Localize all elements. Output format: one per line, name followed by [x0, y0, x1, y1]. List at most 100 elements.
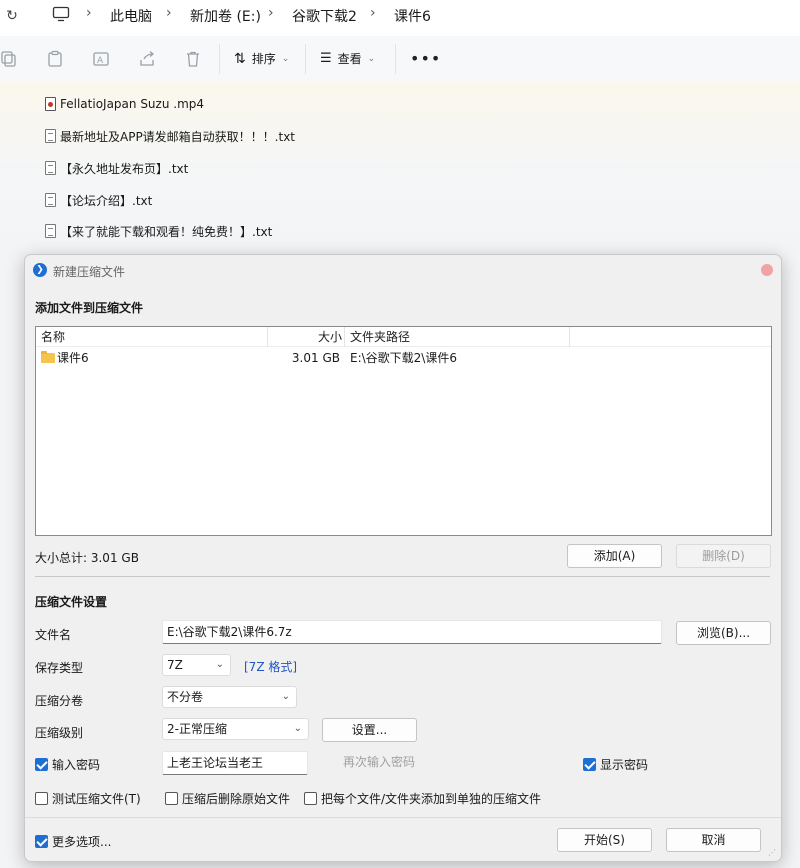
- browse-button[interactable]: 浏览(B)...: [676, 621, 771, 645]
- show-password-checkbox[interactable]: 显示密码: [583, 756, 648, 773]
- chevron-down-icon: ⌄: [281, 691, 290, 702]
- save-type-value: 7Z: [167, 658, 183, 672]
- separate-archive-checkbox[interactable]: 把每个文件/文件夹添加到单独的压缩文件: [304, 790, 541, 807]
- text-file-icon: [45, 193, 56, 207]
- breadcrumb-item[interactable]: 课件6: [394, 6, 431, 26]
- video-file-icon: [45, 97, 56, 111]
- sort-button[interactable]: ⇅ 排序 ⌄: [234, 50, 289, 67]
- chevron-right-icon: ›: [86, 5, 92, 21]
- sort-icon: ⇅: [234, 50, 246, 67]
- delete-button[interactable]: 删除(D): [676, 544, 771, 568]
- chevron-down-icon: ⌄: [293, 723, 302, 734]
- new-archive-dialog: ❯ 新建压缩文件 添加文件到压缩文件 名称 大小 文件夹路径 课件6 3.01 …: [24, 254, 782, 862]
- start-button[interactable]: 开始(S): [557, 828, 652, 852]
- file-item[interactable]: 最新地址及APP请发邮箱自动获取！！！.txt: [45, 126, 295, 146]
- breadcrumb-item[interactable]: 谷歌下载2: [292, 6, 357, 26]
- copy-icon[interactable]: [0, 50, 18, 68]
- app-logo-icon: ❯: [33, 263, 47, 277]
- view-icon: ☰: [320, 51, 332, 66]
- add-button[interactable]: 添加(A): [567, 544, 662, 568]
- close-icon[interactable]: [761, 264, 773, 276]
- add-files-section-title: 添加文件到压缩文件: [35, 301, 144, 315]
- compression-level-select[interactable]: 2-正常压缩 ⌄: [162, 718, 309, 740]
- cancel-button[interactable]: 取消: [666, 828, 761, 852]
- folder-icon: [41, 351, 55, 363]
- command-bar: A ⇅ 排序 ⌄ ☰ 查看 ⌄ •••: [0, 36, 800, 82]
- password-input[interactable]: 上老王论坛当老王: [162, 751, 308, 775]
- column-divider[interactable]: [569, 327, 570, 347]
- file-item[interactable]: FellatioJapan Suzu .mp4: [45, 94, 204, 114]
- chevron-down-icon: ⌄: [281, 53, 290, 64]
- checkbox-unchecked[interactable]: [165, 792, 178, 805]
- checkbox-unchecked[interactable]: [304, 792, 317, 805]
- list-item-name: 课件6: [57, 351, 89, 365]
- paste-icon[interactable]: [46, 50, 64, 68]
- more-options-checkbox[interactable]: 更多选项...: [35, 833, 111, 850]
- column-divider[interactable]: [344, 327, 345, 347]
- split-volume-select[interactable]: 不分卷 ⌄: [162, 686, 297, 708]
- section-divider: [35, 576, 770, 577]
- test-archive-label: 测试压缩文件(T): [52, 792, 141, 806]
- toolbar-divider: [219, 44, 220, 74]
- column-header-size[interactable]: 大小: [268, 327, 342, 347]
- settings-button[interactable]: 设置...: [322, 718, 417, 742]
- file-list: FellatioJapan Suzu .mp4 最新地址及APP请发邮箱自动获取…: [0, 82, 800, 262]
- toolbar-divider: [395, 44, 396, 74]
- column-header-path[interactable]: 文件夹路径: [350, 327, 410, 347]
- file-listview[interactable]: 名称 大小 文件夹路径 课件6 3.01 GB E:\谷歌下载2\课件6: [35, 326, 772, 536]
- dialog-title: 新建压缩文件: [53, 265, 126, 279]
- dialog-titlebar[interactable]: ❯ 新建压缩文件: [25, 255, 781, 285]
- more-options-icon[interactable]: •••: [410, 49, 441, 68]
- view-button[interactable]: ☰ 查看 ⌄: [320, 50, 375, 67]
- delete-after-label: 压缩后删除原始文件: [182, 792, 291, 806]
- reenter-password-input[interactable]: 再次输入密码: [339, 751, 427, 775]
- filename-input[interactable]: E:\谷歌下载2\课件6.7z: [162, 620, 662, 644]
- breadcrumb-item[interactable]: 此电脑: [110, 6, 152, 26]
- checkbox-checked[interactable]: [35, 758, 48, 771]
- view-label: 查看: [337, 52, 362, 66]
- file-name: 【论坛介绍】.txt: [60, 193, 153, 208]
- resize-grip-icon[interactable]: ⋰: [768, 848, 778, 858]
- list-item-name-cell: 课件6: [41, 349, 89, 367]
- password-checkbox[interactable]: 输入密码: [35, 756, 100, 773]
- split-label: 压缩分卷: [35, 694, 84, 708]
- refresh-icon[interactable]: ↻: [4, 8, 20, 24]
- checkbox-checked[interactable]: [583, 758, 596, 771]
- column-header-name[interactable]: 名称: [41, 327, 65, 347]
- file-name: FellatioJapan Suzu .mp4: [60, 97, 205, 111]
- checkbox-unchecked[interactable]: [35, 792, 48, 805]
- file-item[interactable]: 【论坛介绍】.txt: [45, 190, 152, 210]
- total-size-label: 大小总计: 3.01 GB: [35, 551, 139, 565]
- show-password-label: 显示密码: [600, 758, 649, 772]
- svg-text:A: A: [97, 56, 104, 66]
- test-archive-checkbox[interactable]: 测试压缩文件(T): [35, 790, 141, 807]
- save-type-select[interactable]: 7Z ⌄: [162, 654, 231, 676]
- toolbar-divider: [305, 44, 306, 74]
- text-file-icon: [45, 224, 56, 238]
- file-item[interactable]: 【来了就能下载和观看！纯免费！】.txt: [45, 221, 272, 241]
- settings-section-title: 压缩文件设置: [35, 595, 108, 609]
- breadcrumb-item[interactable]: 新加卷 (E:): [190, 6, 261, 26]
- separate-archive-label: 把每个文件/文件夹添加到单独的压缩文件: [321, 792, 542, 806]
- file-name: 【永久地址发布页】.txt: [60, 161, 189, 176]
- delete-after-checkbox[interactable]: 压缩后删除原始文件: [165, 790, 290, 807]
- computer-icon[interactable]: [52, 6, 70, 22]
- chevron-down-icon: ⌄: [215, 659, 224, 670]
- share-icon[interactable]: [138, 50, 156, 68]
- level-value: 2-正常压缩: [167, 722, 227, 736]
- address-bar: ↻ › 此电脑 › 新加卷 (E:) › 谷歌下载2 › 课件6: [0, 0, 800, 36]
- list-item[interactable]: 课件6 3.01 GB E:\谷歌下载2\课件6: [36, 349, 771, 367]
- split-value: 不分卷: [167, 690, 204, 704]
- file-item[interactable]: 【永久地址发布页】.txt: [45, 158, 188, 178]
- format-link[interactable]: [7Z 格式]: [244, 658, 297, 675]
- file-name: 最新地址及APP请发邮箱自动获取！！！.txt: [60, 129, 296, 144]
- chevron-right-icon: ›: [370, 5, 376, 21]
- checkbox-checked[interactable]: [35, 835, 48, 848]
- trash-icon[interactable]: [184, 50, 202, 68]
- list-item-size: 3.01 GB: [291, 351, 340, 365]
- chevron-down-icon: ⌄: [367, 53, 376, 64]
- sort-label: 排序: [251, 52, 276, 66]
- listview-header: 名称 大小 文件夹路径: [36, 327, 771, 347]
- chevron-right-icon: ›: [268, 5, 274, 21]
- rename-icon[interactable]: A: [92, 50, 110, 68]
